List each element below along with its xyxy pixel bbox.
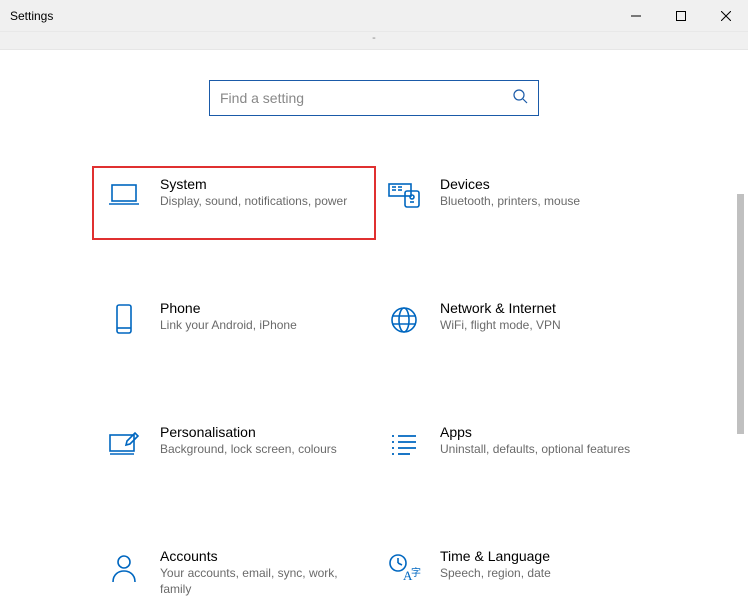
header-sub: - bbox=[0, 32, 748, 50]
tile-text: Devices Bluetooth, printers, mouse bbox=[440, 176, 644, 210]
minimize-icon bbox=[631, 11, 641, 21]
settings-tile-phone[interactable]: Phone Link your Android, iPhone bbox=[94, 292, 374, 362]
content-area: System Display, sound, notifications, po… bbox=[0, 50, 748, 571]
svg-text:字: 字 bbox=[411, 566, 421, 579]
settings-grid: System Display, sound, notifications, po… bbox=[0, 168, 748, 610]
tile-text: Network & Internet WiFi, flight mode, VP… bbox=[440, 300, 644, 334]
tile-desc: Uninstall, defaults, optional features bbox=[440, 442, 644, 458]
tile-desc: Link your Android, iPhone bbox=[160, 318, 364, 334]
time-lang-icon: A 字 bbox=[386, 550, 422, 586]
header-dash: - bbox=[372, 32, 376, 44]
settings-tile-timelanguage[interactable]: A 字 Time & Language Speech, region, date bbox=[374, 540, 654, 610]
tile-desc: Bluetooth, printers, mouse bbox=[440, 194, 644, 210]
settings-tile-devices[interactable]: Devices Bluetooth, printers, mouse bbox=[374, 168, 654, 238]
tile-title: Devices bbox=[440, 176, 644, 192]
list-icon bbox=[386, 426, 422, 462]
search-input[interactable] bbox=[220, 90, 512, 106]
tile-title: Phone bbox=[160, 300, 364, 316]
laptop-icon bbox=[106, 178, 142, 214]
tile-title: Apps bbox=[440, 424, 644, 440]
settings-tile-personalisation[interactable]: Personalisation Background, lock screen,… bbox=[94, 416, 374, 486]
settings-tile-accounts[interactable]: Accounts Your accounts, email, sync, wor… bbox=[94, 540, 374, 610]
pen-screen-icon bbox=[106, 426, 142, 462]
phone-icon bbox=[106, 302, 142, 338]
tile-text: Apps Uninstall, defaults, optional featu… bbox=[440, 424, 644, 458]
tile-title: Time & Language bbox=[440, 548, 644, 564]
globe-icon bbox=[386, 302, 422, 338]
tile-desc: Speech, region, date bbox=[440, 566, 644, 582]
settings-tile-system[interactable]: System Display, sound, notifications, po… bbox=[94, 168, 374, 238]
window-controls bbox=[613, 0, 748, 31]
tile-title: Personalisation bbox=[160, 424, 364, 440]
maximize-icon bbox=[676, 11, 686, 21]
tile-text: System Display, sound, notifications, po… bbox=[160, 176, 364, 210]
tile-text: Time & Language Speech, region, date bbox=[440, 548, 644, 582]
scrollbar-thumb[interactable] bbox=[737, 194, 744, 434]
tile-title: Network & Internet bbox=[440, 300, 644, 316]
minimize-button[interactable] bbox=[613, 0, 658, 32]
devices-icon bbox=[386, 178, 422, 214]
tile-text: Phone Link your Android, iPhone bbox=[160, 300, 364, 334]
tile-title: Accounts bbox=[160, 548, 364, 564]
settings-tile-apps[interactable]: Apps Uninstall, defaults, optional featu… bbox=[374, 416, 654, 486]
maximize-button[interactable] bbox=[658, 0, 703, 32]
tile-text: Personalisation Background, lock screen,… bbox=[160, 424, 364, 458]
scrollbar[interactable] bbox=[732, 50, 746, 571]
tile-title: System bbox=[160, 176, 364, 192]
search-box[interactable] bbox=[209, 80, 539, 116]
close-icon bbox=[721, 11, 731, 21]
tile-desc: Display, sound, notifications, power bbox=[160, 194, 364, 210]
tile-desc: WiFi, flight mode, VPN bbox=[440, 318, 644, 334]
search-icon bbox=[512, 88, 528, 109]
tile-text: Accounts Your accounts, email, sync, wor… bbox=[160, 548, 364, 597]
person-icon bbox=[106, 550, 142, 586]
settings-tile-network[interactable]: Network & Internet WiFi, flight mode, VP… bbox=[374, 292, 654, 362]
close-button[interactable] bbox=[703, 0, 748, 32]
window-title: Settings bbox=[10, 9, 53, 23]
tile-desc: Background, lock screen, colours bbox=[160, 442, 364, 458]
titlebar: Settings bbox=[0, 0, 748, 32]
